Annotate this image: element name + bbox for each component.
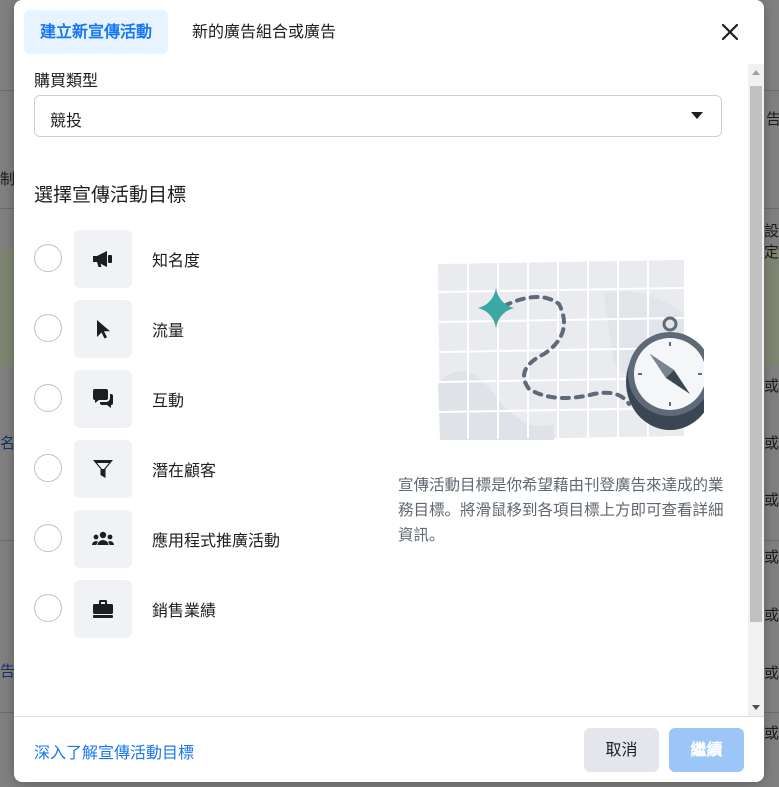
background-text: 制 [0,170,16,188]
people-icon [92,531,114,545]
background-text: 或 [764,377,779,395]
cursor-icon [97,320,110,339]
background-text: 或 [764,664,779,682]
background-link: 告 [0,662,16,680]
objective-radio[interactable] [34,314,62,342]
close-button[interactable] [718,20,742,44]
objective-label: 流量 [152,321,185,340]
objective-label: 潛在顧客 [152,461,217,480]
objective-engagement[interactable]: 互動 [34,370,364,428]
chat-bubbles-icon [93,389,113,408]
learn-more-link[interactable]: 深入了解宣傳活動目標 [34,739,194,763]
background-text: 或 [764,548,779,566]
objective-label: 銷售業績 [152,601,217,620]
objective-description: 宣傳活動目標是你希望藉由刊登廣告來達成的業務目標。將滑鼠移到各項目標上方即可查看… [398,476,724,544]
map-compass-illustration [438,260,704,440]
close-icon [721,23,739,41]
buying-type-select[interactable]: 競投 [34,95,722,137]
objective-radio[interactable] [34,244,62,272]
dialog-body: 購買類型 競投 選擇宣傳活動目標 知名度 流量 互動 潛在顧客 應用程式推廣活動… [14,62,748,716]
tab-new-ad-set-or-ad[interactable]: 新的廣告組合或廣告 [176,10,352,54]
dialog-footer: 深入了解宣傳活動目標 取消 繼續 [14,716,764,782]
objective-radio[interactable] [34,454,62,482]
chevron-down-icon [691,112,703,119]
create-campaign-dialog: 建立新宣傳活動 新的廣告組合或廣告 購買類型 競投 選擇宣傳活動目標 知名度 流… [14,0,764,782]
background-text: 或 [764,434,779,452]
objective-label: 應用程式推廣活動 [152,531,281,550]
megaphone-icon [93,251,112,267]
background-text: 或 [764,724,779,742]
objective-section-title: 選擇宣傳活動目標 [34,184,187,206]
briefcase-icon [93,600,113,618]
background-text: 設定 [764,222,779,261]
objective-traffic[interactable]: 流量 [34,300,364,358]
dialog-tabs: 建立新宣傳活動 新的廣告組合或廣告 [24,10,352,54]
objective-icon-tile [74,580,132,638]
objective-label: 互動 [152,391,185,410]
background-text: 或 [764,606,779,624]
funnel-icon [93,460,113,478]
objective-icon-tile [74,230,132,288]
objective-label: 知名度 [152,251,201,270]
buying-type-value: 競投 [50,111,83,130]
buying-type-label: 購買類型 [34,71,99,90]
objective-leads[interactable]: 潛在顧客 [34,440,364,498]
cancel-button[interactable]: 取消 [584,728,659,772]
vertical-scrollbar[interactable] [748,64,764,716]
background-link: 名 [0,434,16,452]
objective-radio[interactable] [34,524,62,552]
background-text: 告 [766,110,779,128]
scroll-down-arrow-icon[interactable] [752,705,760,710]
objective-icon-tile [74,370,132,428]
objective-radio[interactable] [34,384,62,412]
objective-sales[interactable]: 銷售業績 [34,580,364,638]
objective-icon-tile [74,300,132,358]
objective-icon-tile [74,510,132,568]
objective-app-promotion[interactable]: 應用程式推廣活動 [34,510,364,568]
continue-button[interactable]: 繼續 [669,728,744,772]
background-text: 或 [764,491,779,509]
objective-awareness[interactable]: 知名度 [34,230,364,288]
tab-create-new-campaign[interactable]: 建立新宣傳活動 [24,10,169,54]
scroll-up-arrow-icon[interactable] [752,70,760,75]
objective-radio[interactable] [34,594,62,622]
objective-icon-tile [74,440,132,498]
scrollbar-thumb[interactable] [750,86,762,622]
